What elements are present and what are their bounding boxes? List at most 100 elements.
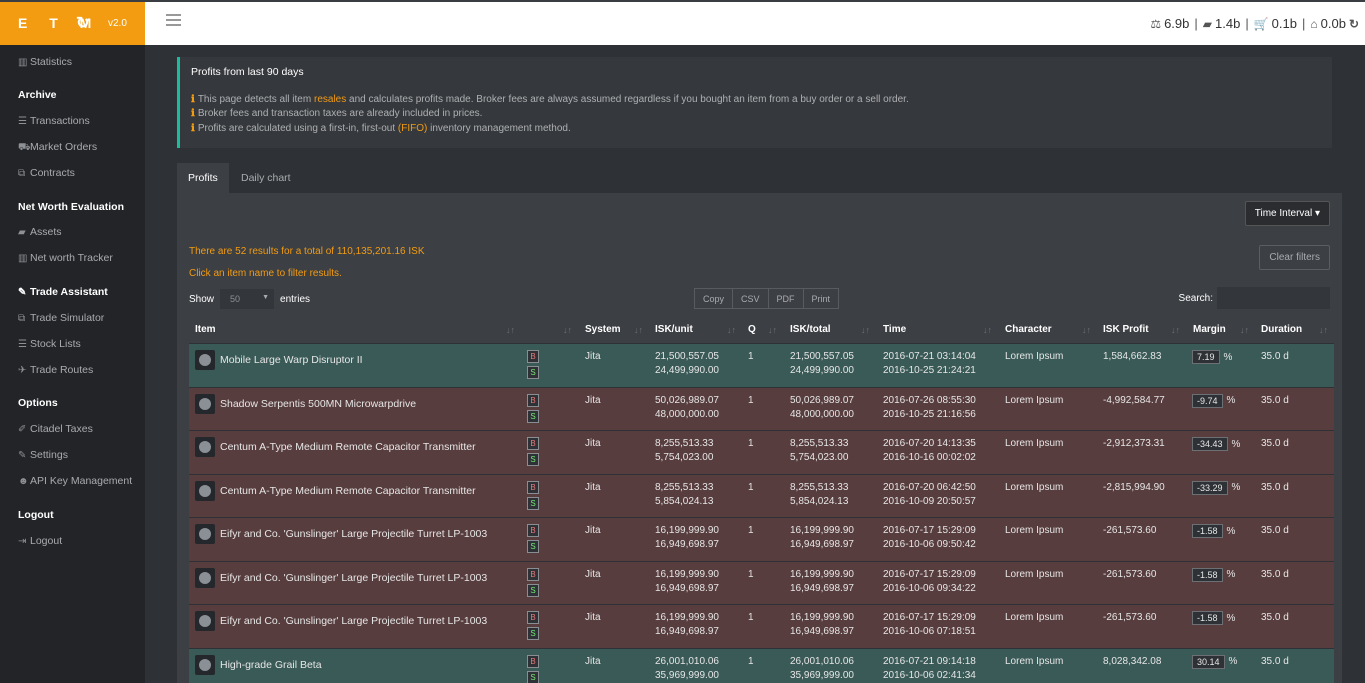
col-item[interactable]: Item [195,324,216,335]
cell-system: Jita [585,655,601,667]
cell-isk-total: 8,255,513.33 5,854,024.13 [790,481,849,507]
col-q[interactable]: Q [748,324,756,335]
sidebar-item-net-worth-tracker[interactable]: ▥ Net worth Tracker [18,252,113,264]
tab-profits[interactable]: Profits [177,163,229,193]
cell-character: Lorem Ipsum [1005,525,1064,536]
cell-margin: 7.19% [1192,350,1232,364]
cell-system: Jita [585,438,601,449]
cell-duration: 35.0 d [1261,438,1289,449]
sidebar-item-logout[interactable]: ⇥ Logout [18,535,62,547]
item-name-link[interactable]: Centum A-Type Medium Remote Capacitor Tr… [220,485,476,497]
buy-sell-badges: BS [527,567,539,600]
sidebar-item-statistics[interactable]: ▥ Statistics [18,56,72,68]
sidebar-item-transactions[interactable]: ☰ Transactions [18,115,90,127]
copy-button[interactable]: Copy [694,288,734,309]
cell-duration: 35.0 d [1261,568,1289,580]
buy-badge: B [527,393,539,407]
cell-isk-unit: 16,199,999.90 16,949,698.97 [655,612,719,637]
pdf-button[interactable]: PDF [767,288,804,309]
sidebar-item-trade-routes[interactable]: ✈ Trade Routes [18,364,93,376]
sidebar-item-trade-simulator[interactable]: ⧉ Trade Simulator [18,312,104,324]
col-character[interactable]: Character [1005,324,1052,335]
col-time[interactable]: Time [883,324,906,335]
item-name-link[interactable]: High-grade Grail Beta [220,659,322,671]
sell-badge: S [527,670,539,683]
cell-margin: -34.43% [1192,437,1240,451]
margin-value: -1.58 [1192,611,1223,625]
refresh-wallet-icon[interactable]: ↻ [1349,17,1359,31]
col-isk-unit[interactable]: ISK/unit [655,324,693,335]
cell-isk-profit: -4,992,584.77 [1103,394,1165,406]
clear-filters-button[interactable]: Clear filters [1259,245,1330,270]
print-button[interactable]: Print [802,288,840,309]
table-row: High-grade Grail Beta B S Jita 26,001,010.06… [189,647,1334,683]
item-icon [195,524,215,544]
sort-icon[interactable]: ↓↑ [1240,325,1249,335]
cell-isk-total: 16,199,999.90 16,949,698.97 [790,568,854,594]
sidebar-item-contracts[interactable]: ⧉ Contracts [18,167,75,179]
table-header: Item ↓↑ ↓↑ System ↓↑ ISK/unit ↓↑ Q ↓↑ IS… [189,319,1334,343]
cell-quantity: 1 [748,351,754,362]
sort-icon[interactable]: ↓↑ [634,325,643,335]
cell-quantity: 1 [748,438,754,449]
sidebar-item-settings[interactable]: ✎ Settings [18,449,68,461]
tab-daily-chart[interactable]: Daily chart [230,163,302,193]
brand[interactable]: E T M ↻ v2.0 [0,2,145,45]
sidebar-section-options: Options [18,397,58,409]
item-name-link[interactable]: Mobile Large Warp Disruptor II [220,354,363,366]
col-system[interactable]: System [585,324,621,335]
time-interval-dropdown[interactable]: Time Interval ▾ [1244,201,1330,226]
sidebar-item-trade-assistant[interactable]: ✎ Trade Assistant [18,286,108,298]
col-isk-profit[interactable]: ISK Profit [1103,324,1149,335]
cell-time: 2016-07-20 06:42:50 2016-10-09 20:50:57 [883,481,976,507]
sort-icon[interactable]: ↓↑ [768,325,777,335]
sort-icon[interactable]: ↓↑ [506,325,515,335]
wallet-summary: ⚖ 6.9b | ▰ 1.4b | 🛒 0.1b | ⌂ 0.0b ↻ [1150,16,1359,31]
sidebar-item-citadel-taxes[interactable]: ✐ Citadel Taxes [18,423,93,435]
sort-icon[interactable]: ↓↑ [1171,325,1180,335]
results-summary: There are 52 results for a total of 110,… [189,246,425,257]
item-name-link[interactable]: Eifyr and Co. 'Gunslinger' Large Project… [220,572,487,584]
col-margin[interactable]: Margin [1193,324,1226,335]
item-name-link[interactable]: Shadow Serpentis 500MN Microwarpdrive [220,398,416,410]
sort-icon[interactable]: ↓↑ [983,325,992,335]
entries-select[interactable]: 50 ▼ [220,289,275,309]
sort-icon[interactable]: ↓↑ [1082,325,1091,335]
sort-icon[interactable]: ↓↑ [727,325,736,335]
cell-time: 2016-07-20 14:13:35 2016-10-16 00:02:02 [883,438,976,463]
item-name-link[interactable]: Centum A-Type Medium Remote Capacitor Tr… [220,441,476,453]
caret-down-icon: ▼ [262,294,270,301]
item-name-link[interactable]: Eifyr and Co. 'Gunslinger' Large Project… [220,528,487,540]
cell-isk-total: 50,026,989.07 48,000,000.00 [790,394,854,420]
copy-icon: ⧉ [18,313,26,324]
info-icon: ℹ [191,123,195,134]
list-icon: ☰ [18,116,27,127]
orders-value: 0.1b [1271,16,1297,31]
cell-isk-profit: -2,815,994.90 [1103,481,1165,493]
sort-icon[interactable]: ↓↑ [563,325,572,335]
plane-icon: ✈ [18,365,27,376]
col-duration[interactable]: Duration [1261,324,1302,335]
buy-sell-badges: BS [527,611,539,643]
csv-button[interactable]: CSV [732,288,769,309]
margin-value: -1.58 [1192,567,1223,582]
sidebar-item-api-key-management[interactable]: ☻API Key Management [18,475,132,487]
search-input[interactable] [1217,287,1330,309]
sidebar-item-assets[interactable]: ▰ Assets [18,226,62,238]
sidebar-item-market-orders[interactable]: ⛟Market Orders [18,141,97,155]
refresh-icon[interactable]: ↻ [76,13,89,33]
menu-toggle-icon[interactable] [166,14,181,27]
sell-badge: S [527,453,539,466]
cell-isk-unit: 50,026,989.07 48,000,000.00 [655,394,719,420]
cell-margin: -1.58% [1192,611,1235,625]
cell-duration: 35.0 d [1261,394,1289,406]
item-icon [195,437,215,457]
sort-icon[interactable]: ↓↑ [861,325,870,335]
sidebar-item-stock-lists[interactable]: ☰ Stock Lists [18,338,81,350]
sort-icon[interactable]: ↓↑ [1319,325,1328,335]
margin-value: -34.43 [1192,437,1228,451]
col-isk-total[interactable]: ISK/total [790,324,831,335]
item-name-link[interactable]: Eifyr and Co. 'Gunslinger' Large Project… [220,615,487,627]
table-row: Centum A-Type Medium Remote Capacitor Tr… [189,430,1334,474]
cell-system: Jita [585,351,601,362]
